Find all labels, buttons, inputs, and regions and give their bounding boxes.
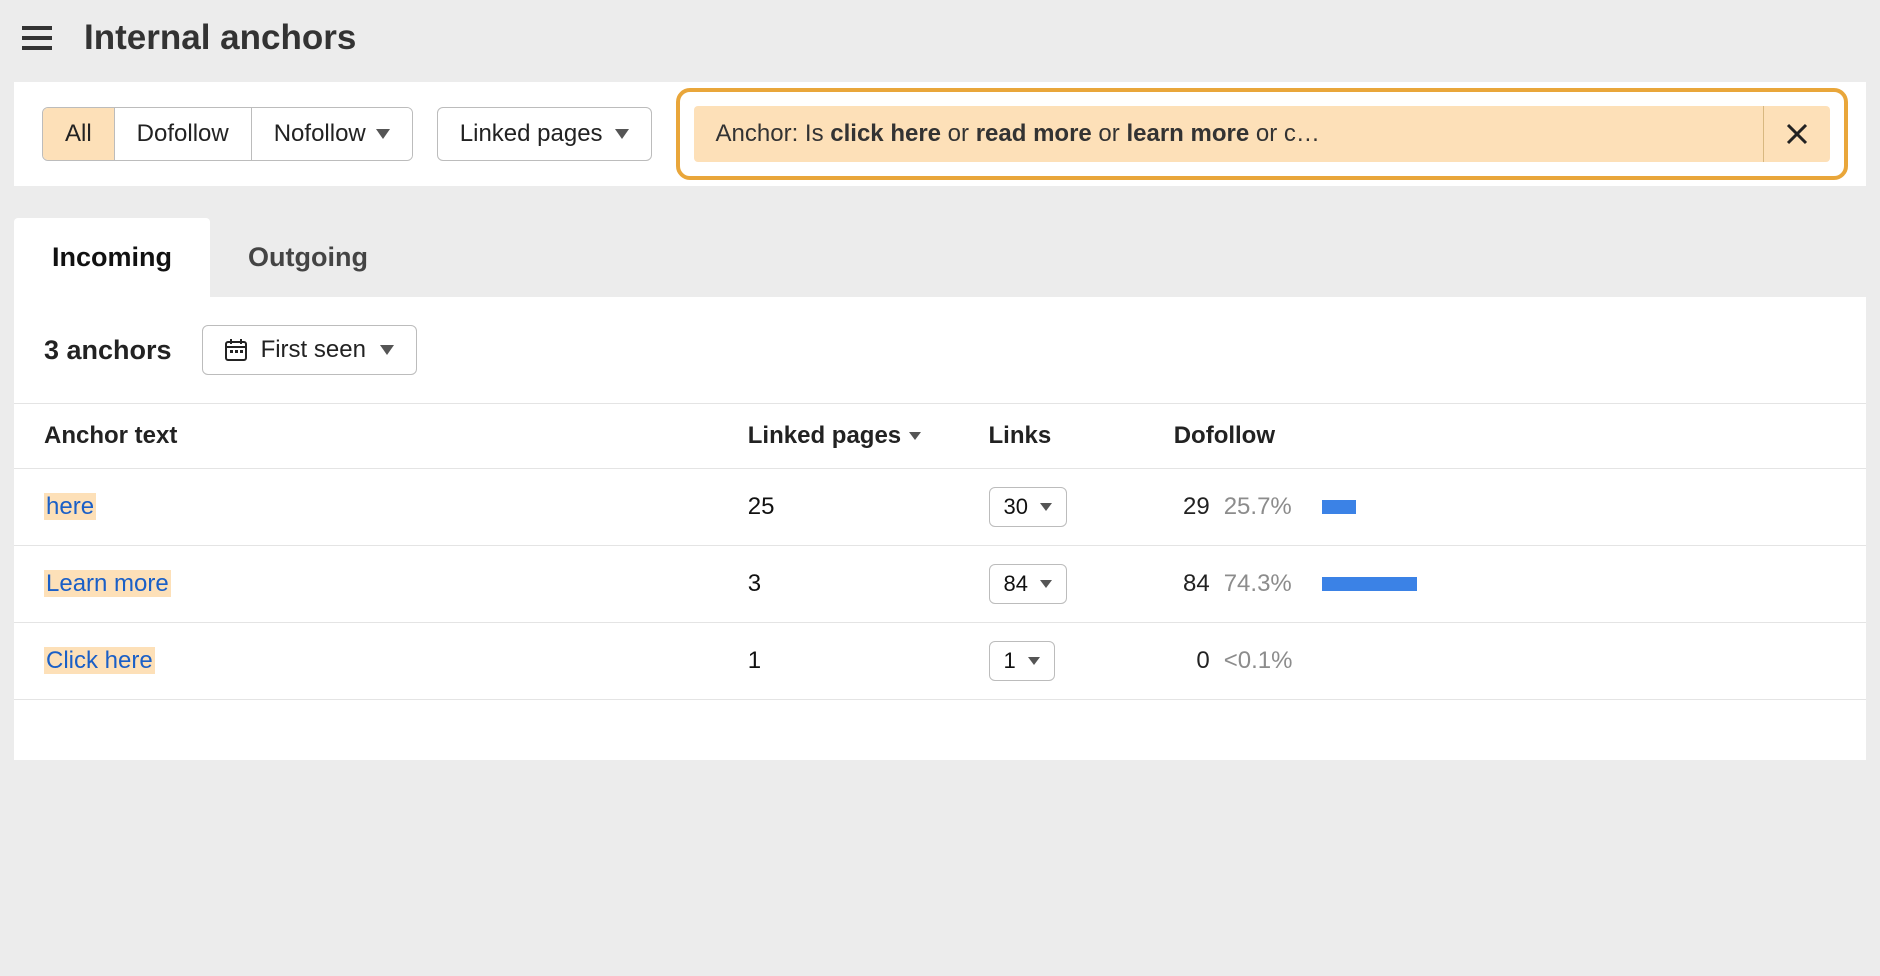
dofollow-cell: 29 25.7% — [1174, 493, 1492, 521]
chevron-down-icon — [1040, 580, 1052, 588]
dofollow-count: 0 — [1174, 647, 1210, 675]
col-header-anchor-text[interactable]: Anchor text — [14, 404, 718, 469]
direction-tabs: Incoming Outgoing — [14, 218, 1866, 297]
dofollow-count: 84 — [1174, 570, 1210, 598]
anchor-filter-chip[interactable]: Anchor: Is click here or read more or le… — [694, 106, 1830, 162]
results-panel: 3 anchors First seen Anchor text Linked … — [14, 297, 1866, 760]
table-row: here 25 30 29 25.7% — [14, 469, 1866, 546]
dofollow-percent: <0.1% — [1224, 647, 1308, 675]
tab-incoming[interactable]: Incoming — [14, 218, 210, 297]
chevron-down-icon — [376, 129, 390, 139]
anchor-filter-text: Anchor: Is click here or read more or le… — [694, 106, 1763, 162]
anchors-table: Anchor text Linked pages Links Dofollow … — [14, 403, 1866, 700]
active-filter-highlight: Anchor: Is click here or read more or le… — [676, 88, 1848, 180]
linked-pages-value: 25 — [718, 469, 959, 546]
filter-dofollow-label: Dofollow — [137, 120, 229, 148]
links-value: 84 — [1004, 571, 1028, 597]
chevron-down-icon — [1040, 503, 1052, 511]
filter-all-button[interactable]: All — [43, 108, 115, 160]
anchor-text-link[interactable]: here — [44, 493, 96, 520]
linked-pages-dropdown[interactable]: Linked pages — [437, 107, 652, 161]
linked-pages-label: Linked pages — [460, 120, 603, 148]
close-icon — [1786, 123, 1808, 145]
links-dropdown[interactable]: 30 — [989, 487, 1067, 527]
filter-dofollow-button[interactable]: Dofollow — [115, 108, 252, 160]
sort-dropdown[interactable]: First seen — [202, 325, 417, 375]
filter-nofollow-button[interactable]: Nofollow — [252, 108, 412, 160]
dofollow-bar — [1322, 654, 1492, 668]
chevron-down-icon — [1028, 657, 1040, 665]
links-value: 30 — [1004, 494, 1028, 520]
table-row: Click here 1 1 0 <0.1% — [14, 623, 1866, 700]
tab-incoming-label: Incoming — [52, 242, 172, 272]
sort-desc-icon — [909, 432, 921, 440]
linked-pages-value: 3 — [718, 546, 959, 623]
linked-pages-value: 1 — [718, 623, 959, 700]
chevron-down-icon — [380, 345, 394, 355]
follow-filter-group: All Dofollow Nofollow — [42, 107, 413, 161]
dofollow-cell: 0 <0.1% — [1174, 647, 1492, 675]
chevron-down-icon — [615, 129, 629, 139]
page-title: Internal anchors — [84, 18, 356, 58]
anchor-text-link[interactable]: Learn more — [44, 570, 171, 597]
table-row: Learn more 3 84 84 74.3% — [14, 546, 1866, 623]
menu-icon[interactable] — [18, 19, 56, 57]
col-header-linked-pages[interactable]: Linked pages — [718, 404, 959, 469]
calendar-icon — [225, 339, 247, 361]
col-header-dofollow[interactable]: Dofollow — [1144, 404, 1866, 469]
dofollow-cell: 84 74.3% — [1174, 570, 1492, 598]
dofollow-percent: 25.7% — [1224, 493, 1308, 521]
sort-label: First seen — [261, 336, 366, 364]
results-count: 3 anchors — [44, 335, 172, 366]
dofollow-count: 29 — [1174, 493, 1210, 521]
anchor-text-link[interactable]: Click here — [44, 647, 155, 674]
links-dropdown[interactable]: 1 — [989, 641, 1055, 681]
dofollow-bar — [1322, 500, 1492, 514]
dofollow-percent: 74.3% — [1224, 570, 1308, 598]
col-header-links[interactable]: Links — [959, 404, 1144, 469]
links-dropdown[interactable]: 84 — [989, 564, 1067, 604]
filter-nofollow-label: Nofollow — [274, 120, 366, 148]
filter-all-label: All — [65, 120, 92, 148]
dofollow-bar — [1322, 577, 1492, 591]
tab-outgoing-label: Outgoing — [248, 242, 368, 272]
tab-outgoing[interactable]: Outgoing — [210, 218, 406, 297]
filter-toolbar: All Dofollow Nofollow Linked pages Ancho… — [14, 82, 1866, 186]
links-value: 1 — [1004, 648, 1016, 674]
clear-filter-button[interactable] — [1763, 106, 1830, 162]
